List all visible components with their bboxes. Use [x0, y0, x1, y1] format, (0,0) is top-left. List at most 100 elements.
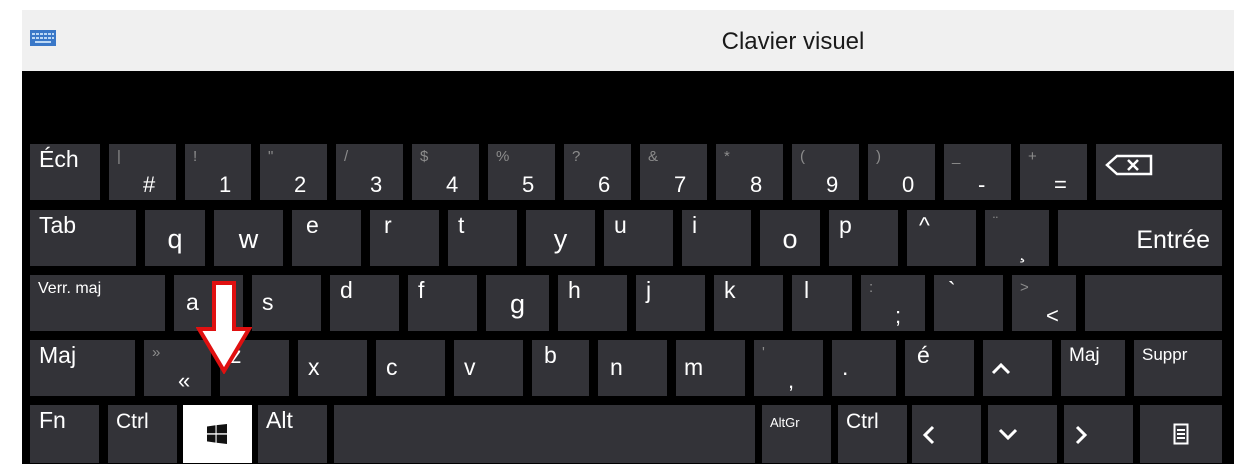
key-shift-left[interactable]: Maj — [30, 340, 135, 396]
key-secondary-label: | — [117, 148, 121, 165]
key-k[interactable]: k — [714, 275, 783, 331]
key-primary-label: 7 — [674, 172, 687, 197]
key-fn[interactable]: Fn — [30, 405, 99, 463]
key-label: Ctrl — [846, 410, 879, 433]
key-y[interactable]: y — [526, 210, 595, 266]
key-primary-label: 1 — [219, 172, 232, 197]
key-arrow-up[interactable] — [983, 340, 1052, 396]
key-secondary-label: ( — [800, 148, 805, 165]
key-i[interactable]: i — [682, 210, 751, 266]
key-circumflex[interactable]: ^ — [907, 210, 976, 266]
key-7[interactable]: & 7 — [640, 144, 707, 200]
key-8[interactable]: * 8 — [716, 144, 783, 200]
key-q[interactable]: q — [145, 210, 205, 266]
key-n[interactable]: n — [598, 340, 667, 396]
key-ctrl-right[interactable]: Ctrl — [838, 405, 907, 463]
key-alt[interactable]: Alt — [258, 405, 327, 463]
key-4[interactable]: $ 4 — [412, 144, 479, 200]
key-shift-right[interactable]: Maj — [1061, 340, 1125, 396]
key-secondary-label: » — [152, 344, 161, 361]
key-9[interactable]: ( 9 — [792, 144, 859, 200]
key-label: y — [553, 224, 568, 254]
key-equals[interactable]: + = — [1020, 144, 1087, 200]
key-v[interactable]: v — [454, 340, 523, 396]
key-label: x — [308, 354, 320, 380]
key-primary-label: - — [978, 172, 986, 197]
key-grave[interactable]: ` — [934, 275, 1003, 331]
key-primary-label: 6 — [598, 172, 611, 197]
key-ctrl-left[interactable]: Ctrl — [108, 405, 177, 463]
key-label: v — [464, 354, 476, 380]
key-label: k — [724, 277, 736, 303]
key-3[interactable]: / 3 — [336, 144, 403, 200]
key-label: o — [782, 224, 798, 254]
key-semicolon[interactable]: : ; — [861, 275, 925, 331]
key-primary-label: , — [788, 368, 795, 393]
key-arrow-left[interactable] — [912, 405, 981, 463]
key-enter-lower[interactable] — [1085, 275, 1222, 331]
key-altgr[interactable]: AltGr — [762, 405, 831, 463]
key-label: é — [917, 342, 930, 368]
key-0[interactable]: ) 0 — [868, 144, 935, 200]
title-bar[interactable]: Clavier visuel — [22, 10, 1234, 71]
key-b[interactable]: b — [532, 340, 589, 396]
key-space[interactable] — [334, 405, 755, 463]
key-enter[interactable]: Entrée — [1058, 210, 1222, 266]
key-label: j — [646, 277, 652, 303]
key-primary-label: 4 — [446, 172, 459, 197]
key-primary-label: ¸ — [1019, 238, 1027, 263]
key-primary-label: = — [1054, 172, 1067, 197]
key-windows[interactable] — [183, 405, 252, 463]
key-e-acute[interactable]: é — [905, 340, 974, 396]
key-hash[interactable]: | # — [109, 144, 176, 200]
key-p[interactable]: p — [829, 210, 898, 266]
key-t[interactable]: t — [448, 210, 517, 266]
key-x[interactable]: x — [298, 340, 367, 396]
key-h[interactable]: h — [558, 275, 627, 331]
key-f[interactable]: f — [408, 275, 477, 331]
arrow-left-icon — [922, 425, 936, 445]
key-6[interactable]: ? 6 — [564, 144, 631, 200]
key-label: g — [509, 289, 526, 319]
key-label: u — [614, 212, 627, 238]
key-secondary-label: + — [1028, 148, 1037, 165]
key-label: m — [684, 354, 704, 380]
red-down-arrow-icon — [196, 281, 252, 374]
key-o[interactable]: o — [760, 210, 820, 266]
key-primary-label: # — [143, 172, 156, 197]
windows-logo-icon — [207, 424, 227, 444]
key-label: Suppr — [1142, 345, 1188, 364]
key-e[interactable]: e — [292, 210, 361, 266]
key-m[interactable]: m — [676, 340, 745, 396]
key-delete[interactable]: Suppr — [1134, 340, 1222, 396]
key-caps-lock[interactable]: Verr. maj — [30, 275, 165, 331]
key-label: ` — [948, 277, 956, 303]
key-l[interactable]: l — [792, 275, 852, 331]
key-g[interactable]: g — [486, 275, 549, 331]
key-w[interactable]: w — [214, 210, 283, 266]
key-comma[interactable]: ' , — [754, 340, 823, 396]
key-backspace[interactable] — [1096, 144, 1222, 200]
key-label: Maj — [39, 342, 77, 368]
key-secondary-label: * — [724, 148, 730, 165]
key-diaeresis[interactable]: ¨ ¸ — [985, 210, 1049, 266]
key-r[interactable]: r — [370, 210, 439, 266]
key-5[interactable]: % 5 — [488, 144, 555, 200]
key-arrow-right[interactable] — [1064, 405, 1133, 463]
key-period[interactable]: . — [832, 340, 896, 396]
key-label: i — [692, 212, 698, 238]
key-u[interactable]: u — [604, 210, 673, 266]
key-j[interactable]: j — [636, 275, 705, 331]
key-s[interactable]: s — [252, 275, 321, 331]
key-tab[interactable]: Tab — [30, 210, 136, 266]
key-escape[interactable]: Éch — [30, 144, 100, 200]
key-2[interactable]: " 2 — [260, 144, 327, 200]
key-label: q — [167, 224, 183, 254]
key-d[interactable]: d — [330, 275, 399, 331]
key-c[interactable]: c — [376, 340, 445, 396]
key-arrow-down[interactable] — [988, 405, 1057, 463]
key-minus[interactable]: _ - — [944, 144, 1011, 200]
key-1[interactable]: ! 1 — [185, 144, 251, 200]
key-menu[interactable] — [1140, 405, 1222, 463]
key-less-than[interactable]: > < — [1012, 275, 1076, 331]
